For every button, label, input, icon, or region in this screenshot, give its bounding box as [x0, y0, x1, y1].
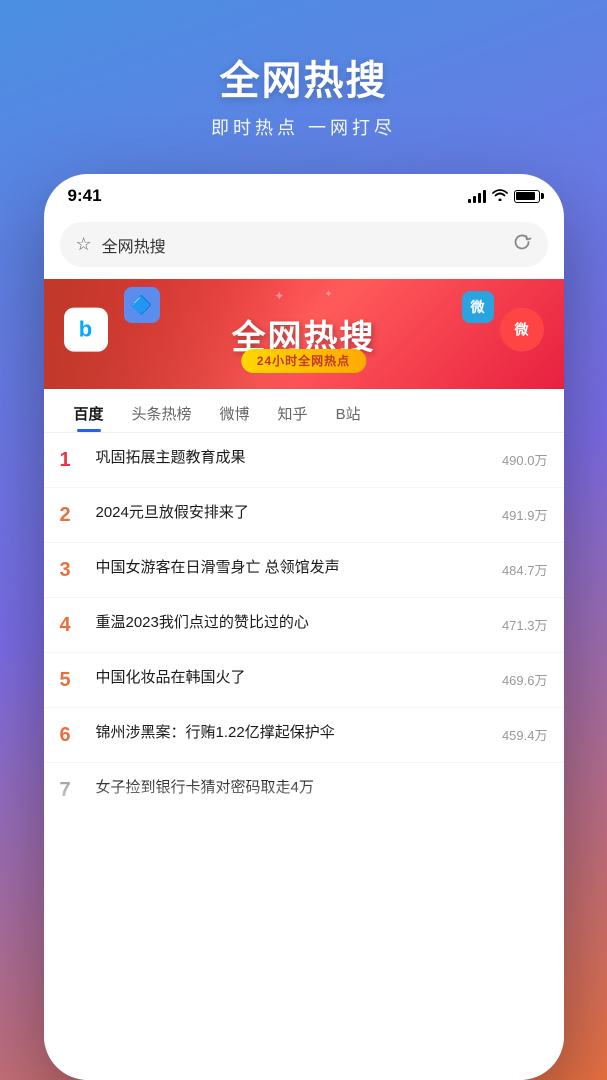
- news-item-1[interactable]: 1 巩固拓展主题教育成果 490.0万: [44, 433, 564, 488]
- battery-icon: [514, 190, 540, 203]
- news-list: 1 巩固拓展主题教育成果 490.0万 2 2024元旦放假安排来了 491.9…: [44, 433, 564, 1080]
- news-count: 491.9万: [488, 502, 548, 524]
- page-header: 全网热搜 即时热点 一网打尽: [211, 0, 396, 164]
- star-icon: ☆: [76, 234, 92, 255]
- news-count: 471.3万: [488, 612, 548, 634]
- page-subtitle: 即时热点 一网打尽: [211, 114, 396, 140]
- tabs: 百度 头条热榜 微博 知乎 B站: [44, 389, 564, 433]
- news-content: 中国化妆品在韩国火了: [96, 667, 474, 690]
- top-left-icon: 🔷: [124, 287, 160, 323]
- status-icons: [468, 188, 540, 204]
- wechat-icon: 微: [462, 291, 494, 323]
- wifi-icon: [492, 188, 508, 204]
- news-rank: 1: [60, 447, 82, 473]
- news-content: 重温2023我们点过的赞比过的心: [96, 612, 474, 635]
- banner-subtitle: 24小时全网热点: [257, 354, 350, 368]
- phone-frame: 9:41 ☆ 全网热搜: [44, 174, 564, 1080]
- news-rank: 3: [60, 557, 82, 583]
- tab-weibo[interactable]: 微博: [206, 393, 264, 432]
- refresh-icon[interactable]: [512, 232, 532, 257]
- banner: b 🔷 全网热搜 24小时全网热点 微 微 ✦ ✦: [44, 279, 564, 389]
- news-content: 巩固拓展主题教育成果: [96, 447, 474, 470]
- weibo-logo: 微: [500, 308, 544, 352]
- news-rank: 5: [60, 667, 82, 693]
- search-left: ☆ 全网热搜: [76, 233, 166, 257]
- signal-icon: [468, 189, 486, 203]
- news-rank: 4: [60, 612, 82, 638]
- bilibili-logo: b: [64, 308, 108, 352]
- news-count: 484.7万: [488, 557, 548, 579]
- news-count: 490.0万: [488, 447, 548, 469]
- news-rank: 2: [60, 502, 82, 528]
- news-item-4[interactable]: 4 重温2023我们点过的赞比过的心 471.3万: [44, 598, 564, 653]
- news-count: 469.6万: [488, 667, 548, 689]
- bottom-fade: [44, 778, 564, 818]
- page-title: 全网热搜: [211, 48, 396, 106]
- tab-bilibili[interactable]: B站: [322, 393, 375, 432]
- news-title: 中国化妆品在韩国火了: [96, 669, 246, 686]
- tab-zhihu[interactable]: 知乎: [264, 393, 322, 432]
- news-content: 锦州涉黑案：行贿1.22亿撑起保护伞: [96, 722, 474, 745]
- news-item-3[interactable]: 3 中国女游客在日滑雪身亡 总领馆发声 484.7万: [44, 543, 564, 598]
- news-title: 巩固拓展主题教育成果: [96, 449, 246, 466]
- news-item-5[interactable]: 5 中国化妆品在韩国火了 469.6万: [44, 653, 564, 708]
- decorations: ✦ ✦: [274, 289, 332, 303]
- search-text: 全网热搜: [102, 233, 166, 257]
- news-item-6[interactable]: 6 锦州涉黑案：行贿1.22亿撑起保护伞 459.4万: [44, 708, 564, 763]
- news-title: 2024元旦放假安排来了: [96, 504, 249, 521]
- news-title: 锦州涉黑案：行贿1.22亿撑起保护伞: [96, 724, 335, 741]
- news-count: 459.4万: [488, 722, 548, 744]
- news-title: 重温2023我们点过的赞比过的心: [96, 614, 309, 631]
- tab-toutiao[interactable]: 头条热榜: [118, 393, 206, 432]
- news-content: 中国女游客在日滑雪身亡 总领馆发声: [96, 557, 474, 580]
- status-time: 9:41: [68, 186, 102, 206]
- banner-subtitle-wrap: 24小时全网热点: [241, 349, 366, 373]
- news-rank: 6: [60, 722, 82, 748]
- news-content: 2024元旦放假安排来了: [96, 502, 474, 525]
- news-title: 中国女游客在日滑雪身亡 总领馆发声: [96, 559, 340, 576]
- news-item-2[interactable]: 2 2024元旦放假安排来了 491.9万: [44, 488, 564, 543]
- status-bar: 9:41: [44, 174, 564, 214]
- search-bar[interactable]: ☆ 全网热搜: [60, 222, 548, 267]
- tab-baidu[interactable]: 百度: [60, 393, 118, 432]
